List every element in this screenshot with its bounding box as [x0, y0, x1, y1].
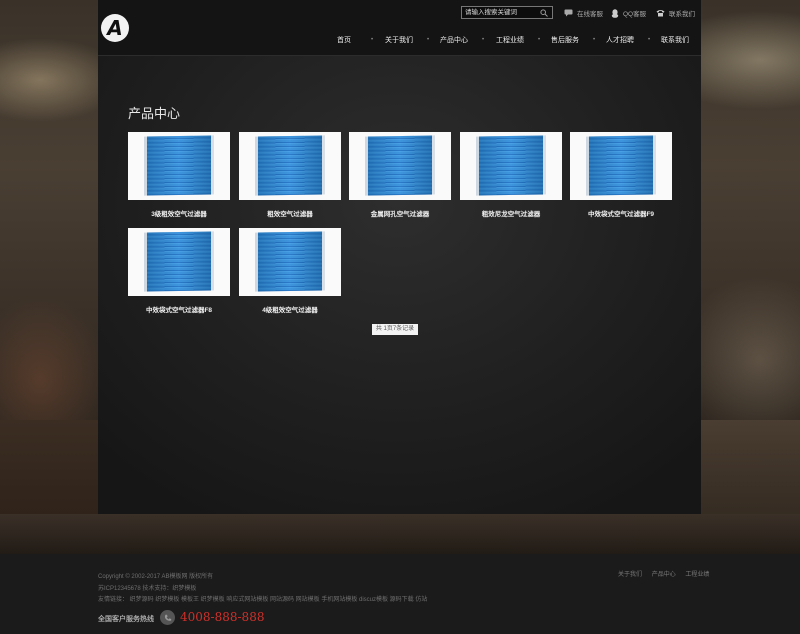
- footer-link-products[interactable]: 产品中心: [652, 572, 676, 578]
- nav-separator: •: [371, 37, 374, 43]
- footer-link-about[interactable]: 关于我们: [618, 572, 642, 578]
- nav-item-contact[interactable]: 联系我们: [661, 35, 689, 45]
- product-card[interactable]: 粗效尼龙空气过滤器: [460, 132, 562, 218]
- search-icon[interactable]: [538, 7, 550, 18]
- online-service-link[interactable]: 在线客服: [564, 8, 603, 18]
- nav-item-after-sales[interactable]: 售后服务: [551, 35, 579, 45]
- hotline-label: 全国客户服务热线: [98, 616, 154, 623]
- product-image[interactable]: [128, 228, 230, 296]
- search-box: [461, 6, 553, 19]
- copyright-text: Copyright © 2002-2017 AB模板网 版权所有: [98, 574, 214, 580]
- footer-links: 关于我们 产品中心 工程业绩: [618, 569, 709, 578]
- hotline-phone-icon: [160, 610, 175, 625]
- product-name[interactable]: 3级粗效空气过滤器: [128, 208, 230, 218]
- contact-us-label: 联系我们: [669, 11, 695, 18]
- product-card[interactable]: 粗效空气过滤器: [239, 132, 341, 218]
- nav-separator: •: [593, 37, 596, 43]
- pagination-info: 共 1页7条记录: [372, 324, 418, 335]
- friend-links[interactable]: 友情链接： 织梦源码 织梦模板 模板王 织梦模板 响应式网站模板 网站源码 网站…: [98, 594, 427, 603]
- hotline-number: 4008-888-888: [180, 610, 265, 624]
- product-image[interactable]: [239, 228, 341, 296]
- product-card[interactable]: 3级粗效空气过滤器: [128, 132, 230, 218]
- page-title: 产品中心: [128, 106, 181, 121]
- product-name[interactable]: 粗效尼龙空气过滤器: [460, 208, 562, 218]
- main-nav: 首页 • 关于我们 • 产品中心 • 工程业绩 • 售后服务 • 人才招聘 • …: [320, 35, 700, 47]
- nav-item-about[interactable]: 关于我们: [385, 35, 413, 45]
- phone-icon: [656, 10, 665, 17]
- nav-item-careers[interactable]: 人才招聘: [606, 35, 634, 45]
- nav-item-projects[interactable]: 工程业绩: [496, 35, 524, 45]
- nav-separator: •: [482, 37, 485, 43]
- product-card[interactable]: 金属网孔空气过滤器: [349, 132, 451, 218]
- product-name[interactable]: 粗效空气过滤器: [239, 208, 341, 218]
- product-image[interactable]: [128, 132, 230, 200]
- search-input[interactable]: [462, 7, 538, 18]
- product-card[interactable]: 4级粗效空气过滤器: [239, 228, 341, 314]
- product-name[interactable]: 金属网孔空气过滤器: [349, 208, 451, 218]
- product-name[interactable]: 4级粗效空气过滤器: [239, 304, 341, 314]
- product-name[interactable]: 中效袋式空气过滤器F8: [128, 304, 230, 314]
- product-image[interactable]: [349, 132, 451, 200]
- qq-service-label: QQ客服: [623, 11, 647, 18]
- product-image[interactable]: [460, 132, 562, 200]
- nav-item-home[interactable]: 首页: [337, 35, 351, 45]
- product-image[interactable]: [239, 132, 341, 200]
- nav-item-products[interactable]: 产品中心: [440, 35, 468, 45]
- product-card[interactable]: 中效袋式空气过滤器F8: [128, 228, 230, 314]
- qq-service-link[interactable]: QQ客服: [611, 8, 646, 18]
- site-logo[interactable]: A: [101, 14, 129, 42]
- online-service-label: 在线客服: [577, 11, 603, 18]
- nav-separator: •: [538, 37, 541, 43]
- nav-separator: •: [648, 37, 651, 43]
- chat-icon: [564, 9, 573, 17]
- nav-separator: •: [427, 37, 430, 43]
- product-image[interactable]: [570, 132, 672, 200]
- contact-us-link[interactable]: 联系我们: [656, 8, 695, 18]
- background-bottom: [0, 514, 800, 554]
- qq-penguin-icon: [611, 8, 619, 18]
- icp-text: 苏ICP12345678 技术支持：织梦模板: [98, 586, 197, 592]
- product-name[interactable]: 中效袋式空气过滤器F9: [570, 208, 672, 218]
- footer-link-projects[interactable]: 工程业绩: [685, 572, 709, 578]
- product-card[interactable]: 中效袋式空气过滤器F9: [570, 132, 672, 218]
